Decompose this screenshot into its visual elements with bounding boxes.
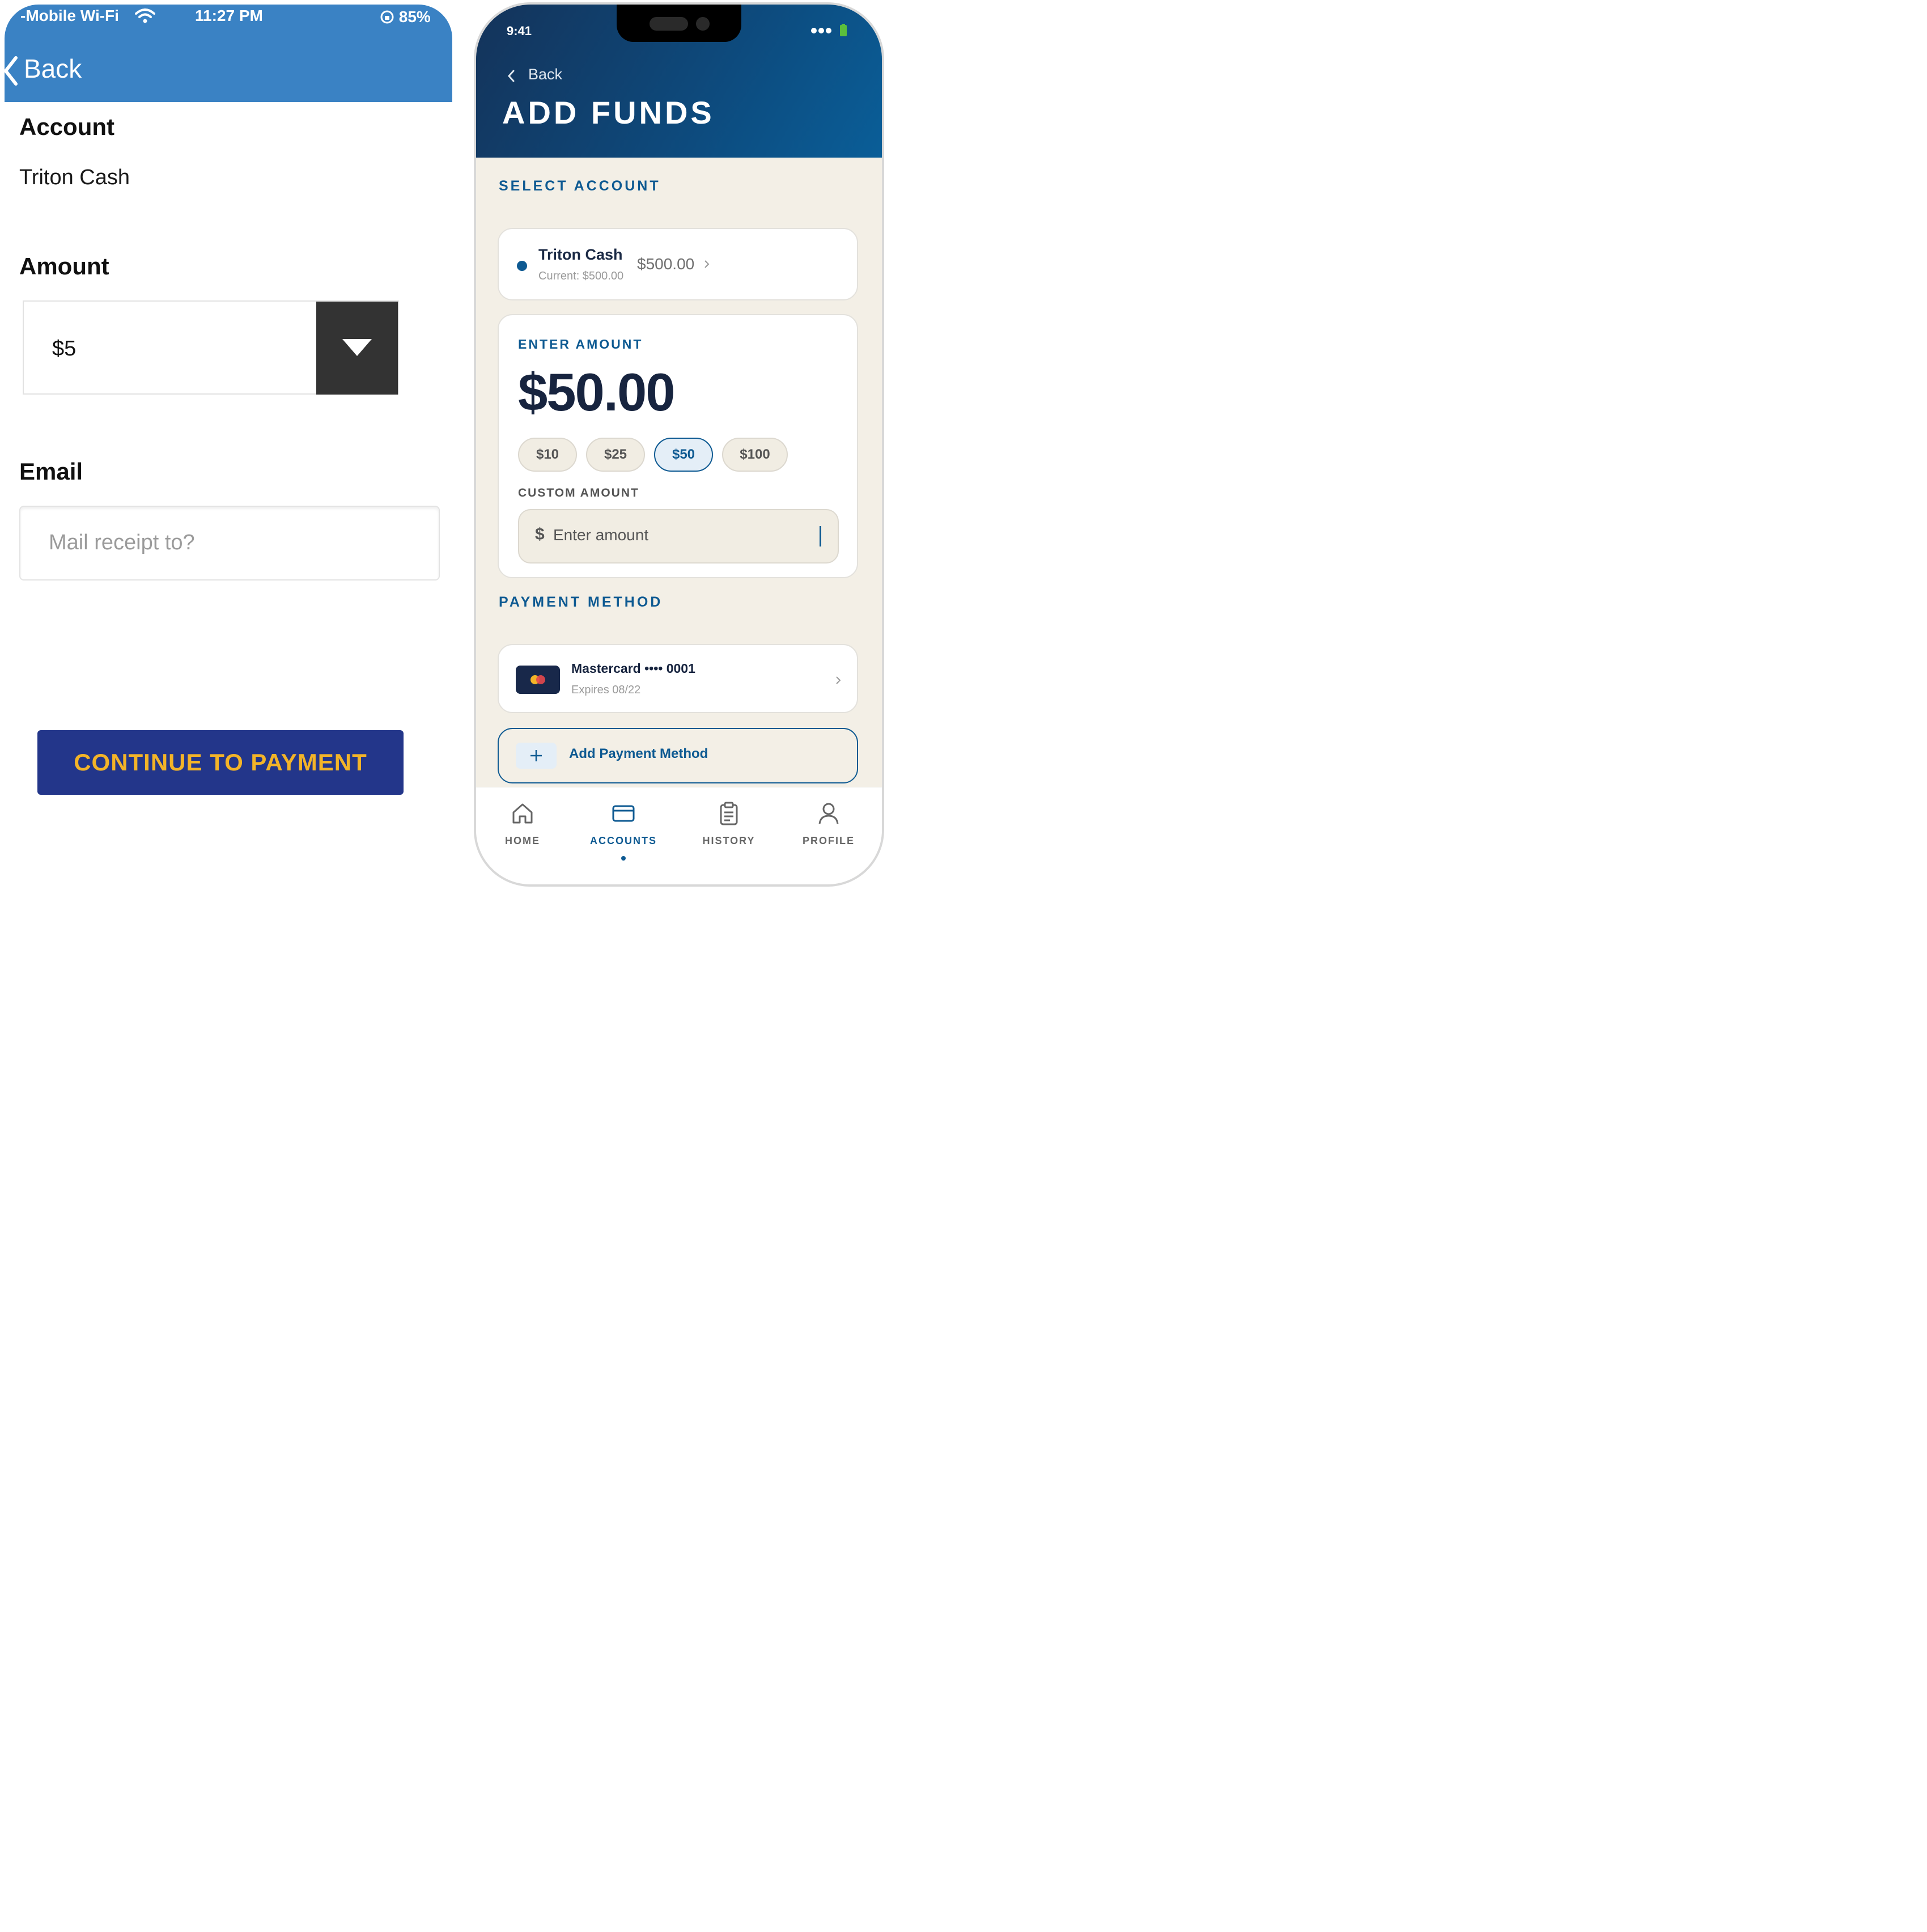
custom-amount-label: CUSTOM AMOUNT [518, 486, 639, 499]
tab-accounts[interactable]: ACCOUNTS [589, 801, 657, 861]
text-cursor [820, 526, 821, 546]
amount-select[interactable]: $5 [23, 300, 399, 395]
battery-indicator: 85% [380, 7, 431, 26]
battery-percent: 85% [398, 7, 431, 26]
select-account-heading: SELECT ACCOUNT [499, 178, 661, 194]
account-card[interactable]: Triton Cash Current: $500.00 $500.00 [498, 228, 858, 300]
account-current-balance: Current: $500.00 [538, 270, 624, 282]
user-icon [816, 801, 841, 826]
legacy-app-screen: -Mobile Wi-Fi 11:27 PM 85% Back Account … [5, 5, 452, 883]
mastercard-icon [516, 666, 560, 694]
clipboard-icon [716, 801, 741, 826]
back-label: Back [24, 54, 82, 83]
email-field[interactable]: Mail receipt to? [19, 506, 440, 581]
chevron-left-icon [5, 56, 19, 86]
enter-amount-heading: ENTER AMOUNT [518, 337, 643, 351]
payment-method-card[interactable]: Mastercard •••• 0001 Expires 08/22 [498, 644, 858, 713]
preset-50-button[interactable]: $50 [654, 438, 713, 472]
status-time: 11:27 PM [195, 7, 263, 24]
tab-profile-label: PROFILE [802, 835, 855, 846]
back-label: Back [528, 66, 563, 83]
custom-amount-input[interactable]: $ Enter amount [518, 509, 839, 564]
chevron-right-icon [835, 676, 841, 685]
status-time: 9:41 [507, 24, 532, 38]
home-icon [510, 801, 535, 826]
add-payment-method-label: Add Payment Method [569, 746, 708, 761]
amount-label: Amount [19, 253, 109, 279]
top-bar: -Mobile Wi-Fi 11:27 PM 85% Back [5, 5, 452, 102]
account-balance: $500.00 [637, 255, 695, 273]
tab-history-label: HISTORY [702, 835, 755, 846]
plus-icon [516, 743, 557, 769]
chevron-right-icon [704, 260, 710, 269]
tab-home-label: HOME [505, 835, 540, 846]
tab-accounts-label: ACCOUNTS [590, 835, 657, 846]
continue-to-payment-button[interactable]: CONTINUE TO PAYMENT [37, 730, 404, 795]
card-icon [611, 801, 636, 826]
preset-25-button[interactable]: $25 [586, 438, 645, 472]
header-banner: 9:41 Back ADD FUNDS [476, 5, 882, 158]
tab-home[interactable]: HOME [489, 801, 557, 847]
amount-card: ENTER AMOUNT $50.00 $10 $25 $50 $100 CUS… [498, 314, 858, 578]
account-label: Account [19, 113, 114, 140]
chevron-left-icon [507, 69, 516, 83]
wifi-icon [135, 8, 155, 24]
tab-history[interactable]: HISTORY [695, 801, 763, 847]
device-notch [617, 5, 741, 42]
page-title: ADD FUNDS [502, 95, 715, 130]
card-expiry: Expires 08/22 [571, 684, 641, 696]
account-name: Triton Cash [538, 246, 623, 263]
status-bar: -Mobile Wi-Fi 11:27 PM 85% [5, 5, 452, 27]
amount-display: $50.00 [518, 362, 676, 422]
custom-amount-placeholder: Enter amount [553, 526, 649, 544]
add-payment-method-button[interactable]: Add Payment Method [498, 728, 858, 783]
card-name: Mastercard •••• 0001 [571, 661, 695, 676]
tab-profile[interactable]: PROFILE [795, 801, 863, 847]
account-indicator-dot [517, 261, 527, 271]
preset-10-button[interactable]: $10 [518, 438, 577, 472]
rotation-lock-icon [380, 10, 394, 24]
amount-selected-value: $5 [52, 337, 77, 361]
account-value: Triton Cash [19, 166, 130, 189]
email-label: Email [19, 458, 83, 485]
bottom-tab-bar: HOME ACCOUNTS HISTORY PROFILE [476, 787, 882, 884]
signal-battery-icon [810, 24, 851, 37]
redesigned-app-screen: 9:41 Back ADD FUNDS SELECT ACCOUNT Trito… [476, 5, 882, 884]
currency-symbol: $ [535, 525, 545, 544]
carrier-label: -Mobile Wi-Fi [20, 7, 119, 24]
payment-method-heading: PAYMENT METHOD [499, 594, 663, 610]
caret-down-icon [342, 339, 372, 356]
active-tab-indicator [621, 856, 626, 861]
dropdown-button[interactable] [316, 302, 398, 395]
preset-100-button[interactable]: $100 [722, 438, 788, 472]
